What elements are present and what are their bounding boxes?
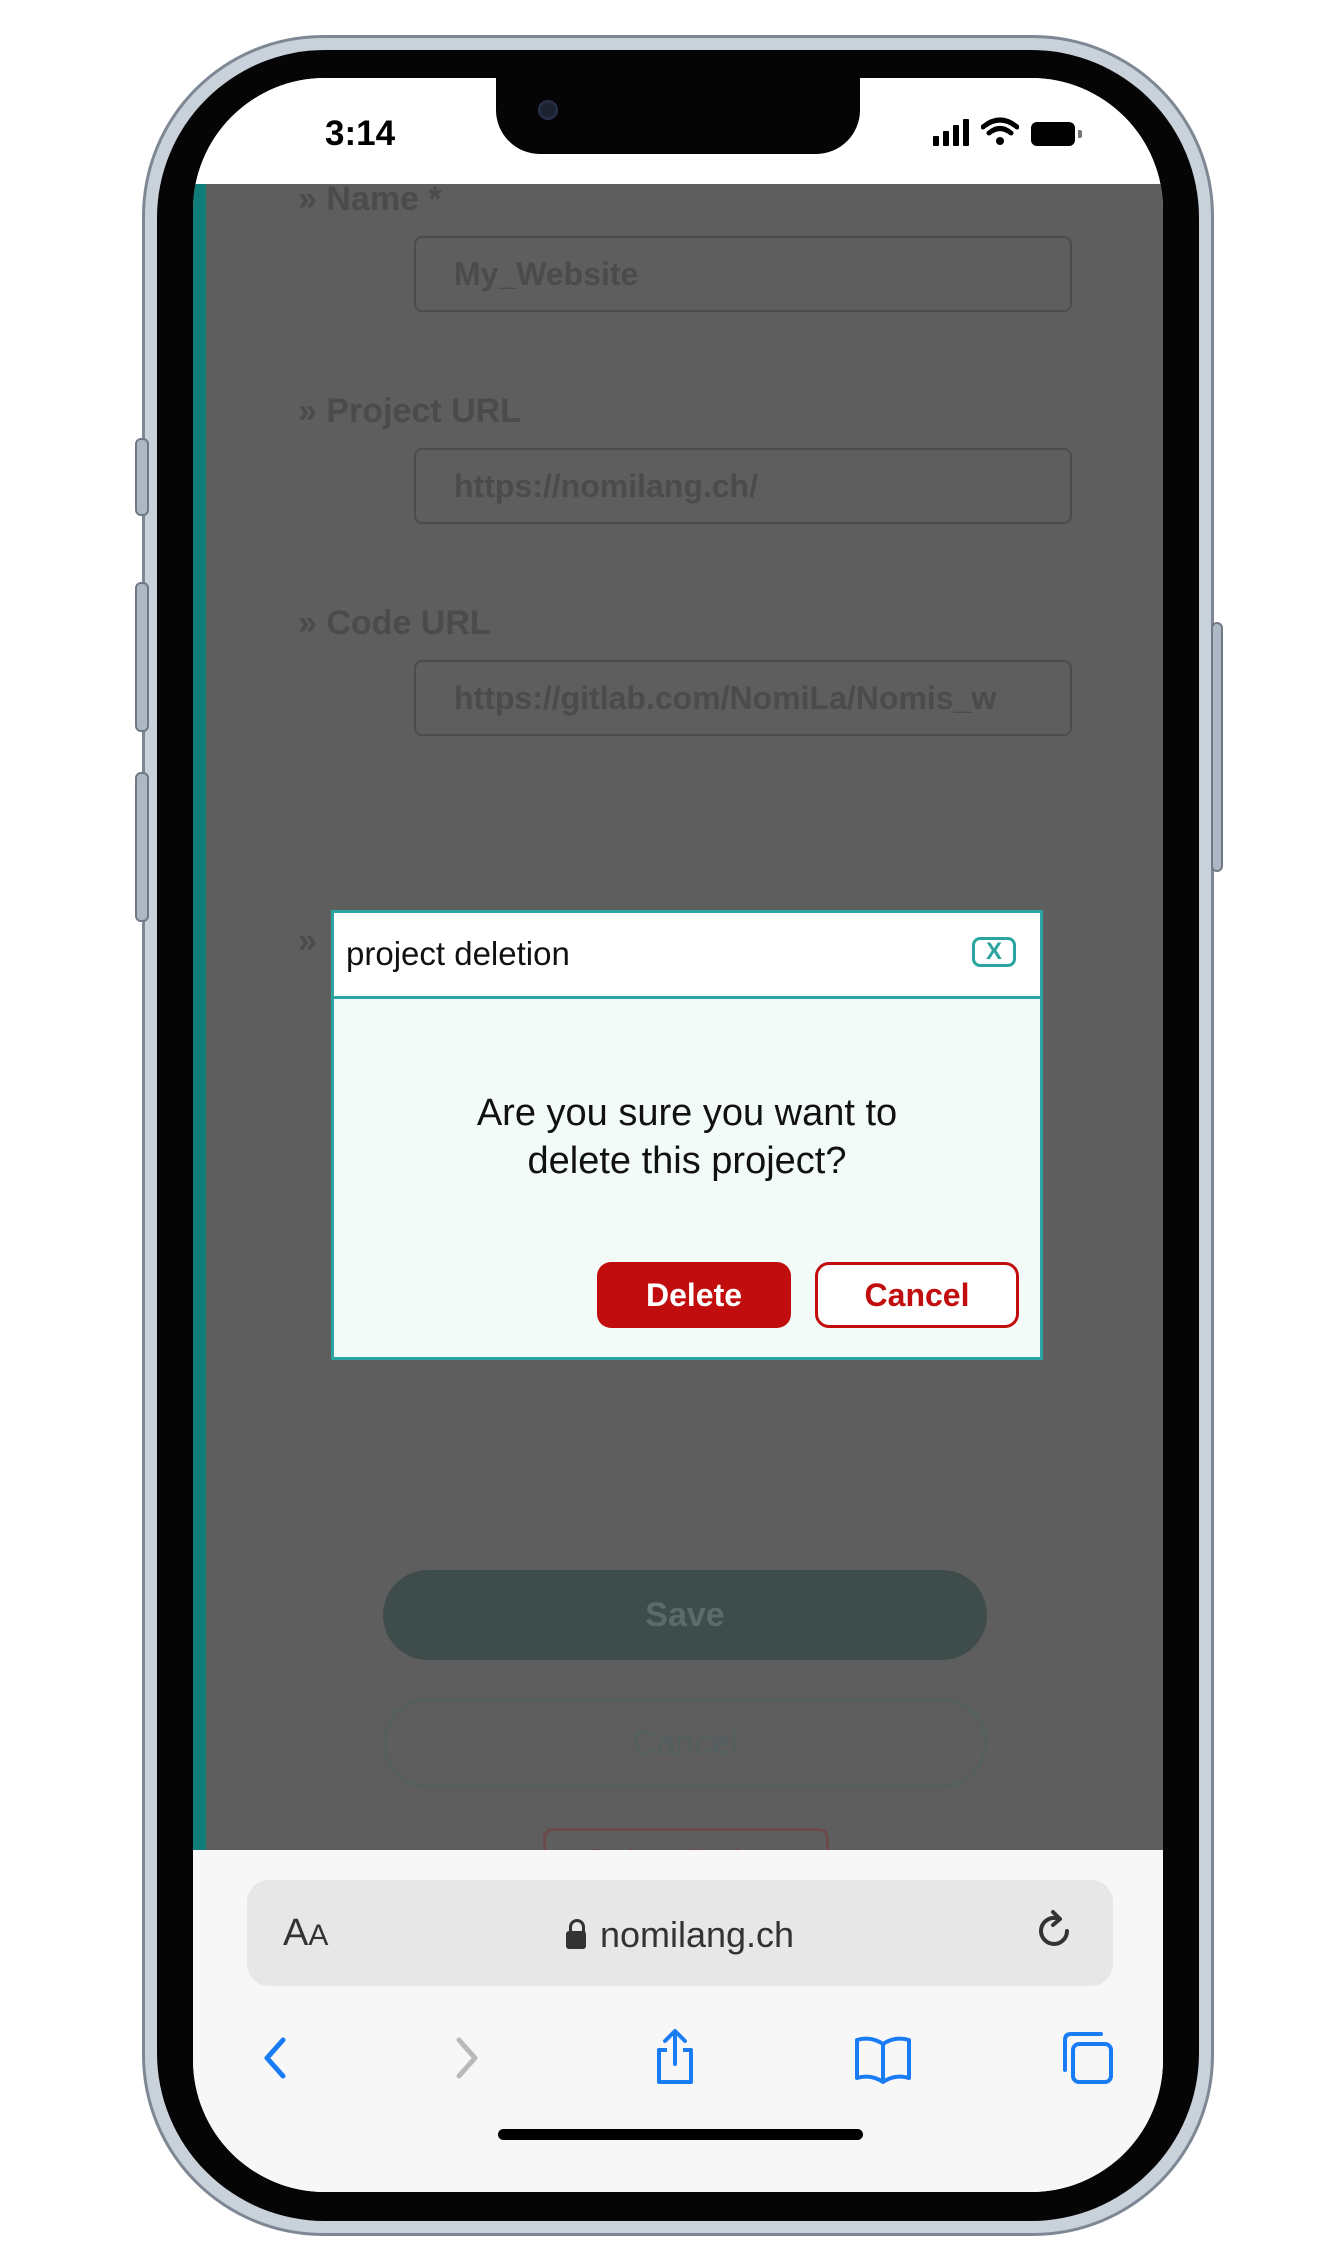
project-url-label: » Project URL	[298, 392, 521, 430]
browser-toolbar	[193, 2026, 1163, 2106]
reload-icon[interactable]	[1031, 1908, 1077, 1954]
camera-icon	[538, 100, 558, 120]
project-url-input[interactable]: https://nomilang.ch/	[414, 448, 1072, 524]
lock-icon	[565, 1919, 586, 1949]
dialog-cancel-button[interactable]: Cancel	[815, 1262, 1019, 1328]
edit-project-page: » Name * My_Website » Project URL https:…	[193, 180, 1163, 1892]
code-url-input[interactable]: https://gitlab.com/NomiLa/Nomis_w	[414, 660, 1072, 736]
image-label: »	[298, 922, 317, 960]
side-button	[135, 438, 149, 516]
status-time: 3:14	[325, 114, 396, 153]
battery-icon	[1031, 122, 1083, 146]
volume-down-button	[135, 772, 149, 922]
dialog-delete-button[interactable]: Delete	[597, 1262, 791, 1328]
forward-icon[interactable]	[433, 2026, 497, 2090]
dialog-message: Are you sure you want to delete this pro…	[334, 1089, 1040, 1185]
code-url-label: » Code URL	[298, 604, 491, 642]
tabs-icon[interactable]	[1055, 2026, 1119, 2090]
home-indicator[interactable]	[498, 2129, 863, 2140]
save-button[interactable]: Save	[383, 1570, 987, 1660]
name-input[interactable]: My_Website	[414, 236, 1072, 312]
wifi-icon	[981, 117, 1019, 145]
share-icon[interactable]	[643, 2026, 707, 2090]
safari-bottom-bar: AA nomilang.ch	[193, 1850, 1163, 2192]
accent-sidebar	[193, 184, 206, 1850]
dialog-message-line-1: Are you sure you want to	[476, 1092, 898, 1134]
status-bar: 3:14	[193, 78, 1163, 184]
url-display[interactable]: nomilang.ch	[247, 1914, 1113, 1956]
status-icons	[933, 116, 1083, 146]
dialog-close-button[interactable]: X	[972, 937, 1016, 967]
url-text: nomilang.ch	[599, 1914, 795, 1955]
phone-screen: 3:14 » Name * My_Website » Project URL h…	[193, 78, 1163, 2192]
bookmarks-icon[interactable]	[851, 2026, 915, 2090]
dialog-title: project deletion	[346, 935, 570, 972]
dialog-message-line-2: delete this project?	[527, 1140, 847, 1182]
volume-up-button	[135, 582, 149, 732]
name-label: » Name *	[298, 180, 442, 218]
form-cancel-button[interactable]: Cancel	[383, 1698, 987, 1788]
power-button	[1211, 622, 1223, 872]
delete-confirm-dialog: project deletion X Are you sure you want…	[331, 910, 1043, 1360]
dialog-header: project deletion X	[334, 913, 1040, 999]
address-bar[interactable]: AA nomilang.ch	[247, 1880, 1113, 1986]
signal-icon	[933, 118, 969, 146]
back-icon[interactable]	[245, 2026, 309, 2090]
